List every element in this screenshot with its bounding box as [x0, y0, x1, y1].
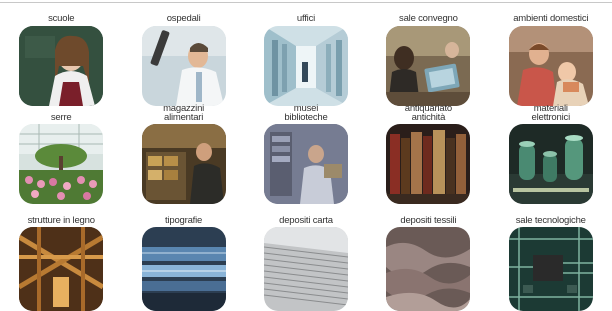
tile-sale-convegno[interactable]: sale convegno: [367, 0, 489, 106]
tile-ospedali[interactable]: ospedali: [122, 0, 244, 106]
food-warehouse-image[interactable]: [141, 124, 226, 204]
tile-label: uffici: [296, 13, 316, 24]
tile-label: scuole: [48, 13, 75, 24]
tile-label: serre: [50, 112, 72, 123]
tile-label: ambienti domestici: [513, 13, 589, 24]
museum-library-image[interactable]: [263, 124, 348, 204]
tile-materiali-elettronici[interactable]: materiali elettronici: [490, 104, 612, 207]
tile-ambienti-domestici[interactable]: ambienti domestici: [490, 0, 612, 106]
tile-label: sale tecnologiche: [515, 215, 586, 226]
circuit-board-image[interactable]: [508, 227, 593, 311]
tile-label: materiali elettronici: [531, 103, 571, 123]
tile-label: antiquariato antichità: [404, 103, 452, 123]
environment-grid: scuole ospedali uffici sale convegno amb…: [0, 0, 612, 311]
tile-scuole[interactable]: scuole: [0, 0, 122, 106]
antique-books-image[interactable]: [386, 124, 471, 204]
tile-label: magazzini alimentari: [163, 103, 205, 123]
office-corridor-image[interactable]: [263, 26, 348, 106]
greenhouse-image[interactable]: [19, 124, 104, 204]
classroom-girl-image[interactable]: [19, 26, 104, 106]
tile-strutture-in-legno[interactable]: strutture in legno: [0, 207, 122, 311]
conference-room-image[interactable]: [386, 26, 471, 106]
tile-label: ospedali: [166, 13, 201, 24]
tile-depositi-tessili[interactable]: depositi tessili: [367, 207, 489, 311]
paper-stack-image[interactable]: [263, 227, 348, 311]
tile-musei-biblioteche[interactable]: musei biblioteche: [245, 104, 367, 207]
printing-press-image[interactable]: [141, 227, 226, 311]
tile-serre[interactable]: serre: [0, 104, 122, 207]
home-family-image[interactable]: [508, 26, 593, 106]
tile-label: tipografie: [165, 215, 203, 226]
tile-magazzini-alimentari[interactable]: magazzini alimentari: [122, 104, 244, 207]
textile-fabric-image[interactable]: [386, 227, 471, 311]
wooden-structure-image[interactable]: [19, 227, 104, 311]
tile-label: depositi carta: [279, 215, 333, 226]
tile-label: musei biblioteche: [284, 103, 328, 123]
tile-antiquariato[interactable]: antiquariato antichità: [367, 104, 489, 207]
electronic-components-image[interactable]: [508, 124, 593, 204]
tile-tipografie[interactable]: tipografie: [122, 207, 244, 311]
tile-uffici[interactable]: uffici: [245, 0, 367, 106]
tile-label: strutture in legno: [27, 215, 95, 226]
tile-label: sale convegno: [399, 13, 458, 24]
tile-label: depositi tessili: [400, 215, 457, 226]
tile-depositi-carta[interactable]: depositi carta: [245, 207, 367, 311]
hospital-doctor-image[interactable]: [141, 26, 226, 106]
tile-sale-tecnologiche[interactable]: sale tecnologiche: [490, 207, 612, 311]
